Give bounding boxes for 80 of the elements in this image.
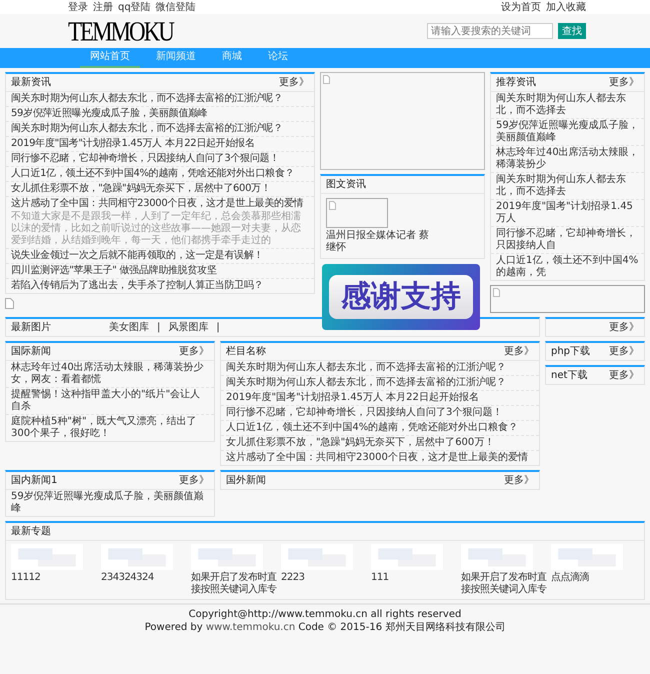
news-link[interactable]: 闽关东时期为何山东人都去东北，而不选择去富裕的江浙沪呢？ xyxy=(11,93,309,105)
more-link[interactable]: 更多》 xyxy=(504,474,534,487)
copyright-text: Copyright@http://www.temmoku.cn all rights reserved xyxy=(188,608,462,621)
news-link[interactable]: 2019年度"国考"计划招录1.45万人 本月22日起开始报名 xyxy=(226,392,534,404)
more-link[interactable]: 更多》 xyxy=(609,345,639,358)
more-link[interactable]: 更多》 xyxy=(609,369,639,382)
section-title: 国际新闻 xyxy=(11,345,51,358)
section-title: 国内新闻1 xyxy=(11,474,58,487)
more-link[interactable]: 更多》 xyxy=(179,474,209,487)
top-link[interactable]: qq登陆 xyxy=(118,0,151,14)
news-link[interactable]: 闽关东时期为何山东人都去东北，而不选择去富裕的江浙沪呢？ xyxy=(226,377,534,389)
more-link[interactable]: 更多》 xyxy=(279,76,309,89)
powered-by-text: Powered by www.temmoku.cn Code © 2015-16 郑州天目网络科技有限公司 xyxy=(144,621,506,634)
news-link[interactable]: 2019年度"国考"计划招录1.45万人 xyxy=(496,201,639,225)
banner[interactable]: 感谢支持 xyxy=(322,264,480,330)
gallery-link[interactable]: 美女图库 xyxy=(109,321,149,334)
news-link[interactable]: 同行惨不忍睹，它却神奇增长，只因接纳人自问了3个狠问题！ xyxy=(226,407,534,419)
section-title: 推荐资讯 xyxy=(496,76,536,89)
section-title: php下载 xyxy=(551,345,590,358)
more-link[interactable]: 更多》 xyxy=(504,345,534,358)
more-link[interactable]: 更多》 xyxy=(179,345,209,358)
news-link[interactable]: 人口近1亿，领土还不到中国4%的越南，凭啥还能对外出口粮食？ xyxy=(11,168,309,180)
more-link[interactable]: 更多》 xyxy=(609,321,639,334)
news-link[interactable]: 这片感动了全中国：共同相守23000个日夜，这才是世上最美的爱情 xyxy=(226,452,534,464)
topic-caption[interactable]: 111 xyxy=(371,572,459,584)
news-link[interactable]: 闽关东时期为何山东人都去东北，而不选择去 xyxy=(496,93,639,117)
news-link[interactable]: 闽关东时期为何山东人都去东北，而不选择去富裕的江浙沪呢？ xyxy=(226,362,534,374)
picture-caption[interactable]: 温州日报全媒体记者 蔡继怀 xyxy=(326,230,436,254)
news-link[interactable]: 同行惨不忍睹，它却神奇增长，只因接纳人自问了3个狠问题！ xyxy=(11,153,309,165)
search-button[interactable]: 查找 xyxy=(558,23,586,39)
section-title: net下载 xyxy=(551,369,588,382)
news-link[interactable]: 59岁倪萍近照曝光瘦成瓜子脸，美丽颜值巅峰 xyxy=(11,491,209,515)
news-link[interactable]: 四川监测评选"苹果王子" 做强品牌助推脱贫攻坚 xyxy=(11,265,309,277)
news-link[interactable]: 闽关东时期为何山东人都去东北，而不选择去 xyxy=(496,174,639,198)
news-link[interactable]: 59岁倪萍近照曝光瘦成瓜子脸，美丽颜值巅峰 xyxy=(11,108,309,120)
broken-image-icon xyxy=(323,75,330,84)
news-link[interactable]: 庭院种植5种"树"，既大气又漂亮，结出了300个果子，很好吃！ xyxy=(11,416,209,440)
site-link[interactable]: www.temmoku.cn xyxy=(206,622,296,633)
news-link[interactable]: 这片感动了全中国：共同相守23000个日夜，这才是世上最美的爱情 xyxy=(11,198,309,210)
broken-image-icon xyxy=(493,288,500,297)
news-link[interactable]: 59岁倪萍近照曝光瘦成瓜子脸，美丽颜值巅峰 xyxy=(496,120,639,144)
section-title: 栏目名称 xyxy=(226,345,266,358)
topic-caption[interactable]: 如果开启了发布时直接按照关键词入库专 xyxy=(191,572,279,596)
top-link[interactable]: 注册 xyxy=(93,0,113,14)
news-link[interactable]: 女儿抓住彩票不放，"急躁"妈妈无奈买下，居然中了600万！ xyxy=(226,437,534,449)
more-link[interactable]: 更多》 xyxy=(609,76,639,89)
news-link[interactable]: 林志玲年过40出席活动太辣眼，稀薄装扮少女，网友：看着都慌 xyxy=(11,362,209,386)
top-link[interactable]: 登录 xyxy=(68,0,88,14)
top-link[interactable]: 微信登陆 xyxy=(156,0,196,14)
topic-caption[interactable]: 如果开启了发布时直接按照关键词入库专 xyxy=(461,572,549,596)
gallery-link[interactable]: 风景图库 xyxy=(168,321,208,334)
news-link[interactable]: 若陷入传销后为了逃出去，失手杀了控制人算正当防卫吗？ xyxy=(11,280,309,292)
news-link[interactable]: 林志玲年过40出席活动太辣眼，稀薄装扮少 xyxy=(496,147,639,171)
news-link[interactable]: 2019年度"国考"计划招录1.45万人 本月22日起开始报名 xyxy=(11,138,309,150)
news-link[interactable]: 提醒警惕！这种指甲盖大小的"纸片"会让人自杀 xyxy=(11,389,209,413)
news-summary: 不知道大家是不是跟我一样，人到了一定年纪，总会羡慕那些相濡以沫的爱情，比如之前听说过的这些故事——她跟一对夫妻，从恋爱到结婚，从结婚到晚年，每一天，他们都携手牵手走过的 xyxy=(11,211,302,247)
topic-caption[interactable]: 234324324 xyxy=(101,572,189,584)
section-title: 最新专题 xyxy=(11,525,51,538)
banner-text: 感谢支持 xyxy=(329,275,473,319)
section-title: 图文资讯 xyxy=(326,178,366,191)
section-title: 最新图片 xyxy=(11,321,51,334)
separator: | xyxy=(157,321,160,334)
section-title: 国外新闻 xyxy=(226,474,266,487)
news-link[interactable]: 说失业金领过一次之后就不能再领取的，这一定是有误解！ xyxy=(11,250,309,262)
logo[interactable]: TEMMOKU xyxy=(68,17,173,45)
news-link[interactable]: 同行惨不忍睹，它却神奇增长，只因接纳人自 xyxy=(496,228,639,252)
top-link[interactable]: 设为首页 xyxy=(501,0,541,14)
topic-caption[interactable]: 点点滴滴 xyxy=(551,572,639,584)
broken-image-icon xyxy=(329,201,336,210)
news-link[interactable]: 人口近1亿，领土还不到中国4%的越南，凭啥还能对外出口粮食？ xyxy=(226,422,534,434)
section-title: 最新资讯 xyxy=(11,76,51,89)
search-field[interactable]: 请输入要搜索的关键词 xyxy=(427,23,553,39)
news-link[interactable]: 闽关东时期为何山东人都去东北，而不选择去富裕的江浙沪呢？ xyxy=(11,123,309,135)
topic-caption[interactable]: 11112 xyxy=(11,572,99,584)
topic-caption[interactable]: 2223 xyxy=(281,572,369,584)
top-link[interactable]: 加入收藏 xyxy=(546,0,586,14)
news-link[interactable]: 人口近1亿，领土还不到中国4%的越南，凭 xyxy=(496,255,639,279)
news-link[interactable]: 女儿抓住彩票不放，"急躁"妈妈无奈买下，居然中了600万！ xyxy=(11,183,309,195)
broken-image-icon xyxy=(5,298,14,309)
separator: | xyxy=(216,321,220,334)
